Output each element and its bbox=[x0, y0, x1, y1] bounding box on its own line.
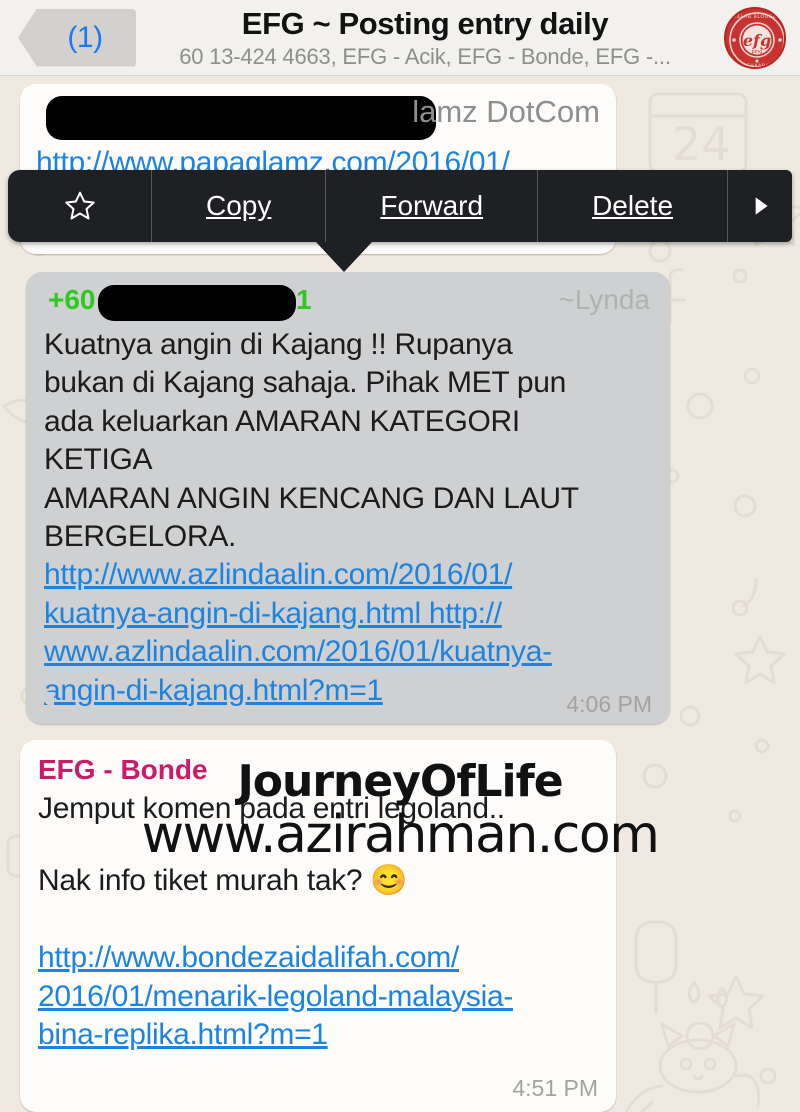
redaction-bar bbox=[98, 285, 296, 321]
unread-count-label: (1) bbox=[67, 20, 103, 54]
message-3-link-line-2[interactable]: 2016/01/menarik-legoland-malaysia- bbox=[38, 978, 598, 1016]
message-3-link-line-1[interactable]: http://www.bondezaidalifah.com/ bbox=[38, 939, 598, 977]
context-menu-tail bbox=[316, 242, 372, 272]
bubble-tail bbox=[32, 692, 54, 710]
back-button[interactable]: (1) bbox=[18, 8, 136, 67]
star-message-button[interactable] bbox=[8, 170, 152, 242]
page-title: EFG ~ Posting entry daily bbox=[241, 5, 609, 41]
chat-header: (1) EFG ~ Posting entry daily 60 13-424 … bbox=[0, 0, 800, 76]
message-3-body-line-3: Nak info tiket murah tak? 😊 bbox=[38, 864, 408, 898]
message-2-sender-number-suffix: 1 bbox=[296, 284, 312, 315]
message-3-timestamp: 4:51 PM bbox=[512, 1075, 598, 1101]
message-2-body-line-1: Kuatnya angin di Kajang !! Rupanya bbox=[44, 328, 513, 361]
message-2-body-line-3: ada keluarkan AMARAN KATEGORI bbox=[44, 404, 520, 438]
message-1-sender-row: lamz DotCom bbox=[36, 94, 600, 142]
message-2-link-line-3[interactable]: www.azlindaalin.com/2016/01/kuatnya- bbox=[44, 633, 652, 671]
forward-button[interactable]: Forward bbox=[326, 170, 539, 242]
header-title-block[interactable]: EFG ~ Posting entry daily 60 13-424 4663… bbox=[136, 6, 724, 70]
message-3-body-blank-line bbox=[38, 828, 598, 862]
message-2-body-line-5: AMARAN ANGIN KENCANG DAN LAUT bbox=[44, 481, 579, 515]
message-bubble-2[interactable]: +60 1 ~Lynda Kuatnya angin di Kajang !! … bbox=[26, 272, 670, 724]
avatar[interactable]: efg ping KELAB BLOGGER RENASHAARI.COM bbox=[724, 6, 786, 69]
play-triangle-icon bbox=[755, 197, 768, 215]
redaction-bar bbox=[46, 96, 436, 140]
message-2-body-line-6: BERGELORA. bbox=[44, 519, 237, 553]
message-2-body-line-2: bukan di Kajang sahaja. Pihak MET pun bbox=[44, 366, 567, 400]
message-bubble-3[interactable]: EFG - Bonde Jemput komen pada entri lego… bbox=[20, 740, 616, 1112]
svg-text:KELAB BLOGGER: KELAB BLOGGER bbox=[734, 14, 781, 20]
more-options-button[interactable] bbox=[728, 170, 792, 242]
svg-text:efg: efg bbox=[743, 31, 771, 50]
message-2-body-line-4: KETIGA bbox=[44, 443, 153, 477]
message-2-link-line-2[interactable]: kuatnya-angin-di-kajang.html http:// bbox=[44, 595, 652, 633]
message-3-body-line-1: Jemput komen pada entri legoland.. bbox=[38, 792, 505, 825]
message-3-sender-name: EFG - Bonde bbox=[38, 754, 208, 785]
message-2-sender-number-prefix: +60 bbox=[48, 284, 96, 315]
message-3-spacer bbox=[38, 901, 598, 939]
copy-button[interactable]: Copy bbox=[152, 170, 327, 242]
svg-text:ping: ping bbox=[752, 49, 763, 55]
delete-button[interactable]: Delete bbox=[538, 170, 729, 242]
message-2-timestamp: 4:06 PM bbox=[566, 691, 652, 717]
whatsapp-chat-screen: 24 (1) EFG ~ Posting entry daily 60 13-4… bbox=[0, 0, 800, 1112]
message-3-link-line-3[interactable]: bina-replika.html?m=1 bbox=[38, 1016, 598, 1054]
message-1-sender-name: lamz DotCom bbox=[412, 94, 600, 129]
delete-label: Delete bbox=[592, 190, 674, 221]
svg-text:RENASHAARI.COM: RENASHAARI.COM bbox=[732, 63, 783, 69]
message-2-sender-row: +60 1 ~Lynda bbox=[44, 282, 652, 326]
forward-label: Forward bbox=[380, 190, 484, 221]
message-2-push-name: ~Lynda bbox=[558, 284, 650, 315]
star-outline-icon bbox=[64, 191, 95, 220]
message-2-link-line-4[interactable]: angin-di-kajang.html?m=1 bbox=[44, 672, 652, 710]
message-context-menu: Copy Forward Delete bbox=[8, 170, 792, 242]
participants-subtitle: 60 13-424 4663, EFG - Acik, EFG - Bonde,… bbox=[179, 43, 671, 69]
copy-label: Copy bbox=[206, 190, 272, 221]
message-2-link-line-1[interactable]: http://www.azlindaalin.com/2016/01/ bbox=[44, 556, 652, 594]
